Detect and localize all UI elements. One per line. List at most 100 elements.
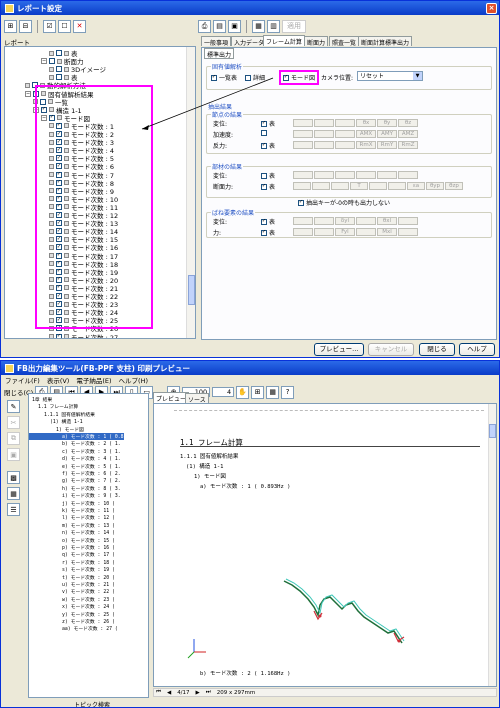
outline-item-label: s) モード次数 : 19 ( [62, 568, 115, 574]
outline-item-label: f) モード次数 : 6 ( 2. [62, 472, 121, 477]
mode-shape-figure [283, 578, 405, 644]
grid-icon[interactable]: ▦ [7, 487, 20, 500]
outline-item[interactable]: c) モード次数 : 3 ( 1. [29, 448, 121, 455]
first-page-icon-2[interactable]: ⏮ [156, 689, 161, 696]
outline-item-label: g) モード次数 : 7 ( 2. [62, 479, 121, 485]
axis-triad-icon [187, 639, 206, 659]
connector-arrow [141, 77, 274, 130]
page-status: 4/17 [177, 689, 190, 696]
paste-icon[interactable]: ▣ [7, 448, 20, 461]
outline-item[interactable]: i) モード次数 : 9 ( 3. [29, 492, 121, 499]
outline-item[interactable]: k) モード次数 : 11 ( [29, 507, 115, 514]
outline-item[interactable]: r) モード次数 : 18 ( [29, 559, 115, 566]
preview-vscroll-thumb[interactable] [489, 424, 496, 438]
outline-item[interactable]: l) モード次数 : 12 ( [29, 514, 115, 521]
list-icon[interactable]: ☰ [7, 503, 20, 516]
image-icon[interactable]: ▩ [7, 471, 20, 484]
window-title-2: FB出力編集ツール(FB-PPF 支柱) 印刷プレビュー [17, 363, 190, 373]
outline-item[interactable]: s) モード次数 : 19 ( [29, 566, 115, 573]
outline-item-label: 1.1.1 固有値解析結果 [44, 412, 95, 418]
outline-item[interactable]: x) モード次数 : 24 ( [29, 603, 115, 610]
copy-icon[interactable]: ⧉ [7, 432, 20, 445]
outline-item-label: n) モード次数 : 14 ( [62, 531, 115, 537]
outline-item-label: c) モード次数 : 3 ( 1. [62, 449, 121, 455]
outline-item[interactable]: 1.1.1 固有値解析結果 [29, 411, 95, 418]
outline-item[interactable]: v) モード次数 : 22 ( [29, 588, 115, 595]
next-page-icon-2[interactable]: ▶ [196, 690, 200, 696]
outline-item-label: aa) モード次数 : 27 ( [62, 627, 118, 633]
outline-item[interactable]: f) モード次数 : 6 ( 2. [29, 470, 121, 477]
outline-item[interactable]: g) モード次数 : 7 ( 2. [29, 477, 121, 484]
outline-item[interactable]: h) モード次数 : 8 ( 3. [29, 485, 121, 492]
outline-item[interactable]: m) モード次数 : 13 ( [29, 522, 115, 529]
outline-item-label: a) モード次数 : 1 ( 0.8 [62, 435, 124, 440]
outline-item-label: p) モード次数 : 16 ( [62, 546, 115, 551]
outline-item[interactable]: u) モード次数 : 21 ( [29, 581, 115, 588]
menu-electronic[interactable]: 電子納品(E) [76, 375, 111, 385]
zoom-in-icon[interactable]: ⊞ [251, 385, 265, 399]
outline-item[interactable]: w) モード次数 : 23 ( [29, 596, 115, 603]
outline-item-label: r) モード次数 : 18 ( [62, 560, 115, 566]
preview-vscroll[interactable] [488, 404, 496, 686]
print-preview-window: FB出力編集ツール(FB-PPF 支柱) 印刷プレビュー ファイル(F) 表示(… [0, 360, 500, 708]
outline-item[interactable]: 1章 結果 [29, 396, 52, 403]
side-icon-strip: ✎ ✂ ⧉ ▣ ▩ ▦ ☰ [7, 400, 21, 540]
menu-file[interactable]: ファイル(F) [5, 375, 40, 385]
outline-item-label: w) モード次数 : 23 ( [62, 597, 115, 603]
hand-icon[interactable]: ✋ [236, 385, 250, 399]
outline-item[interactable]: b) モード次数 : 2 ( 1. [29, 440, 121, 447]
outline-item[interactable]: y) モード次数 : 25 ( [29, 611, 115, 618]
outline-tree: 1章 結果 1.1 フレーム計算 1.1.1 固有値解析結果 (1) 構造 1-1 1)… [28, 393, 149, 698]
prev-page-icon-2[interactable]: ◀ [167, 690, 171, 696]
outline-item[interactable]: a) モード次数 : 1 ( 0.8 [29, 433, 124, 440]
help-icon[interactable]: ? [281, 385, 295, 399]
outline-item[interactable]: n) モード次数 : 14 ( [29, 529, 115, 536]
export-icon[interactable]: ▦ [266, 385, 280, 399]
outline-item-label: l) モード次数 : 12 ( [62, 516, 115, 522]
page-line-3: 1) モード図 [194, 474, 226, 480]
outline-item[interactable]: t) モード次数 : 20 ( [29, 574, 115, 581]
outline-item[interactable]: z) モード次数 : 26 ( [29, 618, 115, 625]
outline-item[interactable]: 1.1 フレーム計算 [29, 403, 78, 410]
menu-help[interactable]: ヘルプ(H) [119, 375, 148, 385]
outline-item-label: i) モード次数 : 9 ( 3. [62, 494, 121, 500]
page-line-1: 1.1.1 固有値解析結果 [180, 454, 239, 460]
outline-item[interactable]: (1) 構造 1-1 [29, 418, 83, 425]
tab-source[interactable]: ソース [185, 393, 209, 404]
outline-item[interactable]: aa) モード次数 : 27 ( [29, 625, 118, 632]
outline-item-label: u) モード次数 : 21 ( [62, 583, 115, 588]
edit-icon[interactable]: ✎ [7, 400, 20, 413]
preview-page: 1.1 フレーム計算 1.1.1 固有値解析結果 (1) 構造 1-1 1) モ… [153, 403, 497, 687]
outline-item[interactable]: d) モード次数 : 4 ( 1. [29, 455, 121, 462]
page-line-2: (1) 構造 1-1 [186, 464, 224, 470]
outline-item[interactable]: o) モード次数 : 15 ( [29, 537, 115, 544]
outline-item-label: z) モード次数 : 26 ( [62, 620, 115, 625]
outline-item-label: b) モード次数 : 2 ( 1. [62, 442, 121, 448]
outline-item[interactable]: q) モード次数 : 17 ( [29, 551, 115, 558]
outline-item-label: e) モード次数 : 5 ( 1. [62, 464, 121, 470]
outline-item[interactable]: j) モード次数 : 10 ( [29, 500, 115, 507]
outline-item[interactable]: 1) モード図 [29, 426, 84, 433]
paper-size: 209 x 297mm [216, 689, 256, 696]
tab-preview[interactable]: プレビュー [153, 392, 190, 403]
outline-item-label: h) モード次数 : 8 ( 3. [62, 486, 121, 492]
outline-item-label: 1) モード図 [56, 427, 84, 433]
outline-item-label: k) モード次数 : 11 ( [62, 509, 115, 514]
outline-item[interactable]: p) モード次数 : 16 ( [29, 544, 115, 551]
cut-icon[interactable]: ✂ [7, 416, 20, 429]
report-settings-window: レポート設定 × ⊞ ⊟ ☑ ☐ ✕ ⎙ ▤ ▣ ▦ ▥ 適用 レポート 表 − 断… [0, 0, 500, 358]
outline-item-label: j) モード次数 : 10 ( [62, 501, 115, 507]
outline-item-label: y) モード次数 : 25 ( [62, 612, 115, 618]
menu-view[interactable]: 表示(V) [47, 375, 70, 385]
outline-item-label: v) モード次数 : 22 ( [62, 590, 115, 596]
outline-item-label: o) モード次数 : 15 ( [62, 538, 115, 544]
outline-item-label: m) モード次数 : 13 ( [62, 523, 115, 529]
outline-item-label: (1) 構造 1-1 [50, 420, 83, 426]
outline-item-label: t) モード次数 : 20 ( [62, 575, 115, 581]
outline-item-label: 1.1 フレーム計算 [38, 405, 79, 411]
outline-item[interactable]: e) モード次数 : 5 ( 1. [29, 463, 121, 470]
last-page-icon-2[interactable]: ⏭ [206, 689, 211, 696]
topic-search-tab[interactable]: トピック検索 [74, 700, 110, 707]
outline-item-label: q) モード次数 : 17 ( [62, 553, 115, 559]
outline-item-label: x) モード次数 : 24 ( [62, 605, 115, 611]
